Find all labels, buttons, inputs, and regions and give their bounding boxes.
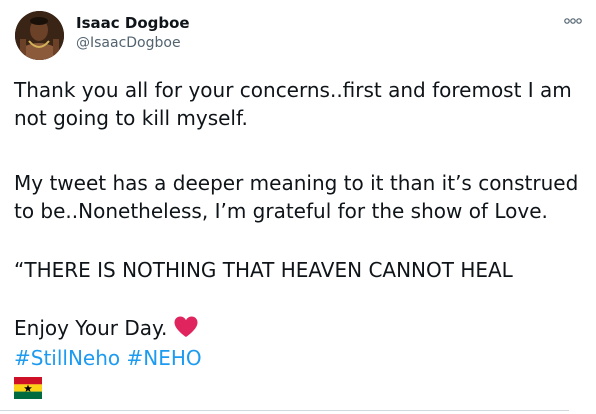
- tweet-line: My tweet has a deeper meaning to it than…: [14, 171, 579, 195]
- tweet-line: to be..Nonetheless, I’m grateful for the…: [14, 199, 548, 223]
- hashtag-stillneho[interactable]: #StillNeho: [14, 346, 120, 370]
- avatar-image: [15, 11, 64, 60]
- tweet-line: not going to kill myself.: [14, 106, 248, 130]
- divider: [0, 410, 569, 411]
- author-name[interactable]: Isaac Dogboe: [76, 14, 190, 32]
- tweet-line: Enjoy Your Day.: [14, 316, 168, 340]
- ghana-flag-icon: [14, 377, 42, 399]
- avatar[interactable]: [15, 11, 64, 60]
- more-options-icon: [564, 18, 582, 24]
- tweet-paragraph-4: Enjoy Your Day.: [14, 314, 199, 346]
- tweet-line: Thank you all for your concerns..first a…: [14, 78, 572, 102]
- more-options-button[interactable]: [563, 14, 583, 28]
- tweet-paragraph-3: “THERE IS NOTHING THAT HEAVEN CANNOT HEA…: [14, 258, 513, 282]
- tweet-paragraph-2: My tweet has a deeper meaning to it than…: [14, 169, 578, 225]
- author-handle[interactable]: @IsaacDogboe: [76, 35, 181, 51]
- tweet-paragraph-1: Thank you all for your concerns..first a…: [14, 76, 572, 132]
- heart-icon: [173, 315, 199, 346]
- tweet-card: Isaac Dogboe @IsaacDogboe Thank you all …: [0, 0, 596, 414]
- hashtags: #StillNeho #NEHO: [14, 344, 202, 372]
- hashtag-neho[interactable]: #NEHO: [127, 346, 202, 370]
